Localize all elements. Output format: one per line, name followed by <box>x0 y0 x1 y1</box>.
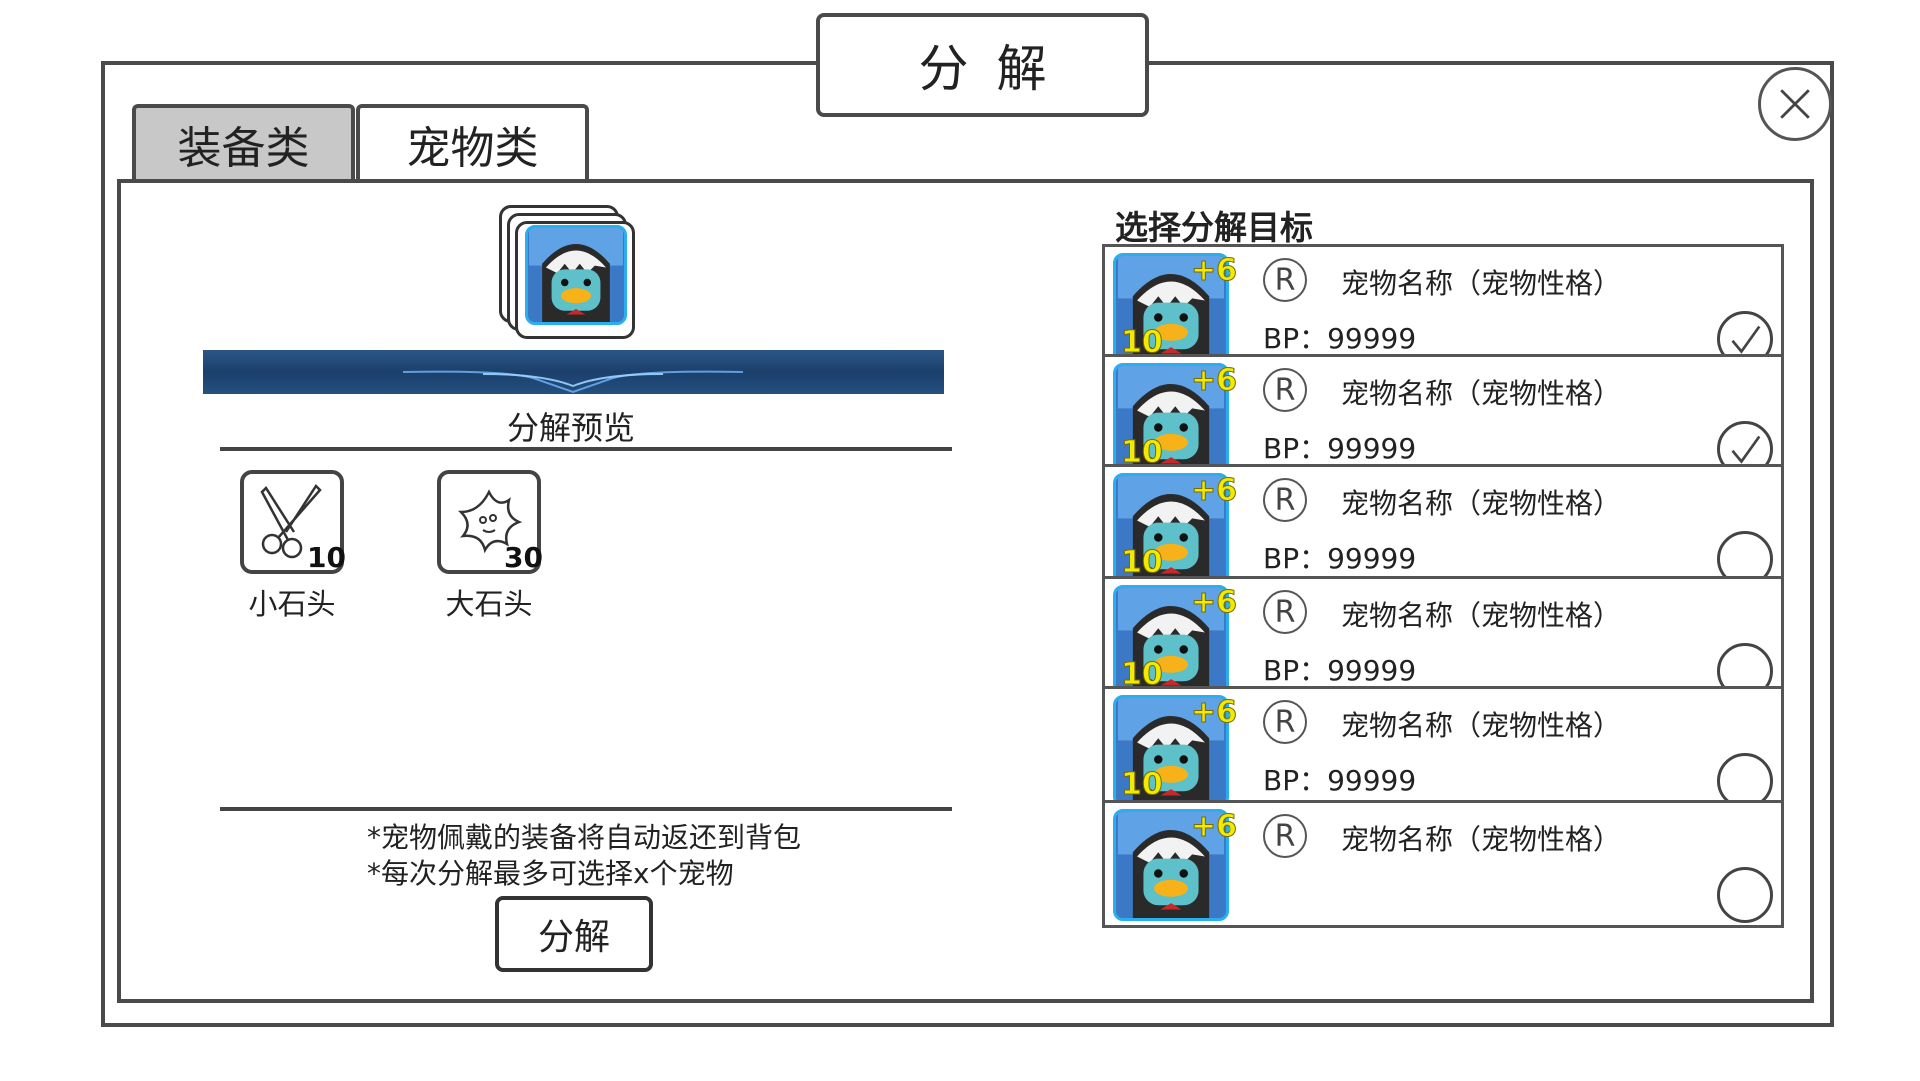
pet-row[interactable]: +6 R 宠物名称（宠物性格） <box>1102 800 1784 928</box>
pet-row[interactable]: +6 10 R 宠物名称（宠物性格） BP：99999 <box>1102 576 1784 704</box>
dialog-title: 分解 <box>816 13 1149 117</box>
note-line: *每次分解最多可选择x个宠物 <box>367 857 734 890</box>
pet-enhance-level: +6 <box>1190 695 1238 731</box>
material-item[interactable]: 30 <box>437 470 543 574</box>
pet-enhance-level: +6 <box>1190 363 1238 399</box>
pet-bp: BP：99999 <box>1263 542 1417 575</box>
material-label: 大石头 <box>445 587 533 621</box>
pet-enhance-level: +6 <box>1190 809 1238 845</box>
decompose-button[interactable]: 分解 <box>495 896 653 972</box>
material-label: 小石头 <box>248 587 336 621</box>
tab-equipment[interactable]: 装备类 <box>132 104 355 179</box>
rarity-badge: R <box>1263 368 1307 412</box>
divider <box>220 447 952 451</box>
pet-name: 宠物名称（宠物性格） <box>1341 709 1622 742</box>
select-checkbox[interactable] <box>1717 867 1773 923</box>
pet-enhance-level: +6 <box>1190 253 1238 289</box>
pet-row[interactable]: +6 10 R 宠物名称（宠物性格） BP：99999 <box>1102 354 1784 482</box>
preview-label: 分解预览 <box>506 409 635 447</box>
rarity-badge: R <box>1263 700 1307 744</box>
close-icon <box>1780 89 1810 119</box>
tab-pet[interactable]: 宠物类 <box>356 104 589 179</box>
pet-name: 宠物名称（宠物性格） <box>1341 823 1622 856</box>
pet-name: 宠物名称（宠物性格） <box>1341 377 1622 410</box>
pet-level: 10 <box>1121 767 1164 803</box>
close-button[interactable] <box>1758 67 1832 141</box>
pet-name: 宠物名称（宠物性格） <box>1341 599 1622 632</box>
pet-avatar-icon <box>525 225 627 325</box>
notes: *宠物佩戴的装备将自动返还到背包 *每次分解最多可选择x个宠物 <box>367 820 801 892</box>
material-count: 30 <box>504 541 543 574</box>
selected-pet-stack <box>499 205 649 345</box>
note-line: *宠物佩戴的装备将自动返还到背包 <box>367 821 802 854</box>
rarity-badge: R <box>1263 590 1307 634</box>
material-count: 10 <box>307 541 346 574</box>
pet-name: 宠物名称（宠物性格） <box>1341 487 1622 520</box>
pet-bp: BP：99999 <box>1263 322 1417 355</box>
pet-enhance-level: +6 <box>1190 473 1238 509</box>
target-list: +6 10 R 宠物名称（宠物性格） BP：99999 +6 10 R 宠物名称… <box>1102 244 1784 984</box>
pet-row[interactable]: +6 10 R 宠物名称（宠物性格） BP：99999 <box>1102 464 1784 592</box>
divider <box>220 807 952 811</box>
pet-bp: BP：99999 <box>1263 764 1417 797</box>
preview-banner <box>203 350 944 394</box>
pet-name: 宠物名称（宠物性格） <box>1341 267 1622 300</box>
pet-row[interactable]: +6 10 R 宠物名称（宠物性格） BP：99999 <box>1102 686 1784 814</box>
rarity-badge: R <box>1263 258 1307 302</box>
rarity-badge: R <box>1263 814 1307 858</box>
rarity-badge: R <box>1263 478 1307 522</box>
pet-bp: BP：99999 <box>1263 654 1417 687</box>
pet-bp: BP：99999 <box>1263 432 1417 465</box>
pet-enhance-level: +6 <box>1190 585 1238 621</box>
pet-row[interactable]: +6 10 R 宠物名称（宠物性格） BP：99999 <box>1102 244 1784 372</box>
material-item[interactable]: 10 <box>240 470 346 574</box>
pet-level: 10 <box>1121 545 1164 581</box>
content-panel: 分解预览 10 小石头 30 大石头 *宠物佩戴的装备将自动返还到背包 *每次分… <box>117 179 1814 1003</box>
target-list-title: 选择分解目标 <box>1115 208 1313 247</box>
